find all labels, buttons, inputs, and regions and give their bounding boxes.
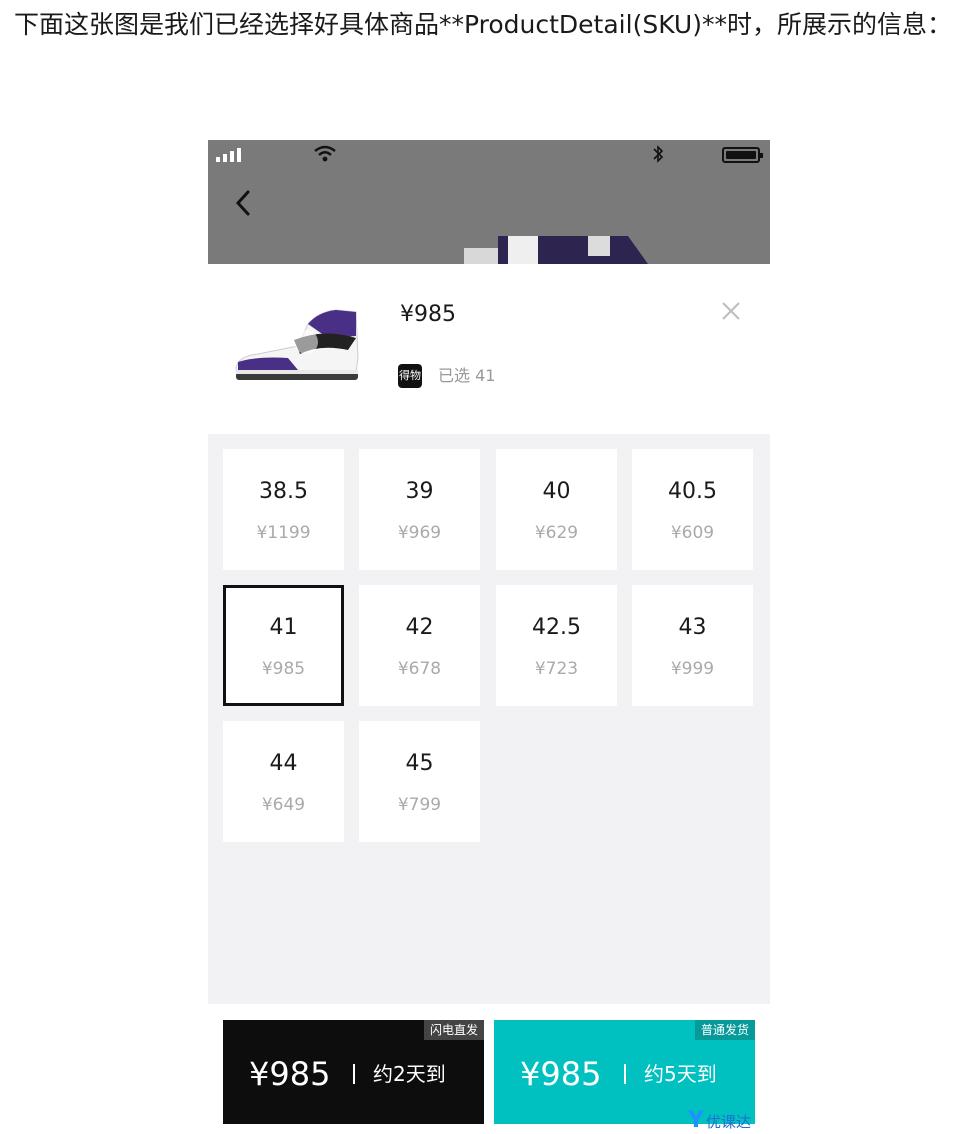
delivery-eta: 约5天到: [644, 1062, 717, 1086]
watermark-y-icon: Y: [688, 1108, 704, 1133]
size-value: 38.5: [259, 479, 308, 504]
buy-price: ¥985: [520, 1055, 602, 1093]
size-option[interactable]: 39 ¥969: [359, 449, 480, 570]
size-option[interactable]: 42 ¥678: [359, 585, 480, 706]
intro-text: 下面这张图是我们已经选择好具体商品**ProductDetail(SKU)**时…: [14, 10, 952, 39]
watermark-text: 优课达: [705, 1112, 751, 1131]
size-value: 42.5: [532, 615, 581, 640]
selected-size-label: 已选 41: [438, 366, 496, 385]
size-option-selected[interactable]: 41 ¥985: [223, 585, 344, 706]
size-option[interactable]: 38.5 ¥1199: [223, 449, 344, 570]
size-value: 44: [269, 751, 298, 776]
divider: [624, 1064, 626, 1084]
size-option[interactable]: 45 ¥799: [359, 721, 480, 842]
size-price: ¥969: [397, 523, 442, 543]
status-bar: [208, 140, 770, 236]
product-image-peek: [208, 236, 770, 264]
delivery-eta: 约2天到: [373, 1062, 446, 1086]
size-price: ¥723: [534, 659, 579, 679]
selected-price: ¥985: [400, 302, 456, 327]
size-value: 39: [405, 479, 434, 504]
size-value: 43: [678, 615, 707, 640]
size-grid: 38.5 ¥1199 39 ¥969 40 ¥629 40.5 ¥609 41 …: [208, 434, 770, 1004]
size-price: ¥999: [670, 659, 715, 679]
size-option[interactable]: 42.5 ¥723: [496, 585, 617, 706]
size-option[interactable]: 43 ¥999: [632, 585, 753, 706]
size-price: ¥799: [397, 795, 442, 815]
wifi-icon: [314, 145, 336, 162]
buy-fast-delivery-button[interactable]: 闪电直发 ¥985 约2天到: [223, 1020, 484, 1124]
bluetooth-icon: [653, 145, 664, 163]
size-price: ¥629: [534, 523, 579, 543]
watermark-logo: Y 优课达: [688, 1108, 751, 1134]
battery-icon: [722, 147, 763, 163]
signal-icon: [216, 148, 246, 162]
buy-price: ¥985: [249, 1055, 331, 1093]
size-option[interactable]: 40 ¥629: [496, 449, 617, 570]
size-option[interactable]: 40.5 ¥609: [632, 449, 753, 570]
size-value: 40.5: [668, 479, 717, 504]
size-price: ¥985: [261, 659, 306, 679]
product-thumbnail: [235, 309, 359, 380]
close-icon[interactable]: [720, 300, 742, 322]
divider: [353, 1064, 355, 1084]
size-value: 45: [405, 751, 434, 776]
size-option[interactable]: 44 ¥649: [223, 721, 344, 842]
brand-logo: 得物: [398, 364, 422, 388]
size-value: 40: [542, 479, 571, 504]
phone-screen: ¥985 得物 已选 41 38.5 ¥1199 39 ¥969 40 ¥629…: [208, 140, 770, 1134]
back-chevron-icon[interactable]: [232, 188, 254, 218]
delivery-tag: 普通发货: [694, 1020, 755, 1040]
size-value: 41: [269, 615, 298, 640]
size-price: ¥609: [670, 523, 715, 543]
size-value: 42: [405, 615, 434, 640]
delivery-tag: 闪电直发: [423, 1020, 484, 1040]
size-price: ¥649: [261, 795, 306, 815]
size-price: ¥678: [397, 659, 442, 679]
size-price: ¥1199: [256, 523, 311, 543]
sku-selector-sheet: ¥985 得物 已选 41 38.5 ¥1199 39 ¥969 40 ¥629…: [208, 264, 770, 1134]
